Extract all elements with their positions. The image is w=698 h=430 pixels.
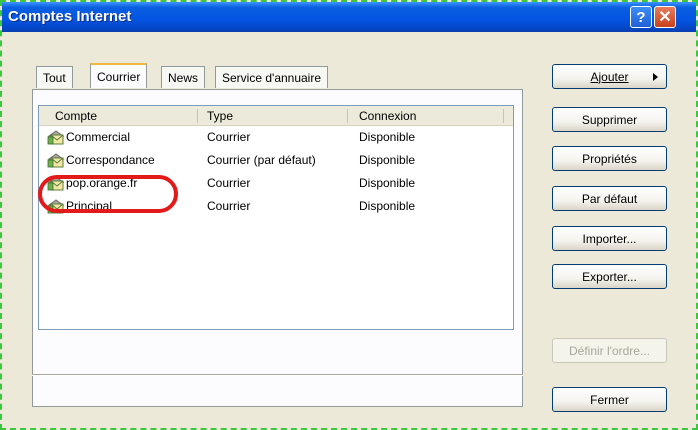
column-divider[interactable] [503, 109, 504, 123]
remove-account-button[interactable]: Supprimer [552, 107, 667, 132]
column-header-type[interactable]: Type [207, 109, 233, 123]
list-header: Compte Type Connexion [39, 106, 513, 126]
column-divider[interactable] [197, 109, 198, 123]
account-type: Courrier (par défaut) [207, 153, 316, 167]
help-button[interactable]: ? [630, 6, 652, 28]
mail-account-icon [47, 130, 65, 145]
close-button[interactable]: Fermer [552, 387, 667, 412]
close-button-label: Fermer [590, 392, 629, 407]
set-order-button-label: Définir l'ordre... [569, 343, 650, 358]
question-mark-icon: ? [636, 8, 646, 26]
account-connection: Disponible [359, 153, 416, 167]
close-window-button[interactable]: ✕ [654, 6, 676, 28]
export-button-label: Exporter... [582, 269, 637, 284]
column-header-connexion[interactable]: Connexion [359, 109, 416, 123]
list-item[interactable]: Correspondance Courrier (par défaut) Dis… [39, 150, 513, 173]
tab-label: Service d'annuaire [222, 70, 322, 85]
import-button[interactable]: Importer... [552, 226, 667, 251]
set-default-button[interactable]: Par défaut [552, 186, 667, 211]
tab-service-annuaire[interactable]: Service d'annuaire [215, 66, 329, 88]
properties-button[interactable]: Propriétés [552, 146, 667, 171]
title-bar[interactable]: Comptes Internet ? ✕ [2, 2, 696, 32]
account-connection: Disponible [359, 199, 416, 213]
account-name: Correspondance [66, 153, 155, 167]
account-type: Courrier [207, 130, 251, 144]
account-type: Courrier [207, 199, 251, 213]
internet-accounts-dialog: Comptes Internet ? ✕ Tout Courrier News … [0, 0, 698, 430]
account-type: Courrier [207, 176, 251, 190]
remove-button-label: Supprimer [581, 112, 638, 127]
account-name: Commercial [66, 130, 131, 144]
triangle-right-icon [653, 73, 658, 81]
add-account-button[interactable]: Ajouter [552, 64, 667, 89]
close-icon: ✕ [658, 9, 672, 26]
accounts-list[interactable]: Compte Type Connexion Commercial Courrie… [38, 105, 514, 330]
divider [32, 374, 523, 376]
tab-courrier[interactable]: Courrier [90, 63, 148, 88]
account-connection: Disponible [359, 176, 416, 190]
list-item[interactable]: Commercial Courrier Disponible [39, 127, 513, 150]
column-header-compte[interactable]: Compte [55, 109, 97, 123]
export-button[interactable]: Exporter... [552, 264, 667, 289]
tab-label: Courrier [97, 69, 141, 84]
highlight-annotation-circle [38, 175, 178, 213]
import-button-label: Importer... [582, 231, 637, 246]
tab-news[interactable]: News [161, 66, 206, 88]
tab-label: News [168, 70, 199, 85]
account-connection: Disponible [359, 130, 416, 144]
mail-account-icon [47, 153, 65, 168]
window-title: Comptes Internet [8, 8, 132, 25]
set-order-button[interactable]: Définir l'ordre... [552, 338, 667, 363]
column-divider[interactable] [347, 109, 348, 123]
tab-label: Tout [43, 70, 66, 85]
set-default-button-label: Par défaut [581, 191, 638, 206]
properties-button-label: Propriétés [582, 151, 637, 166]
tab-tout[interactable]: Tout [36, 66, 73, 88]
add-button-label: Ajouter [590, 69, 629, 84]
